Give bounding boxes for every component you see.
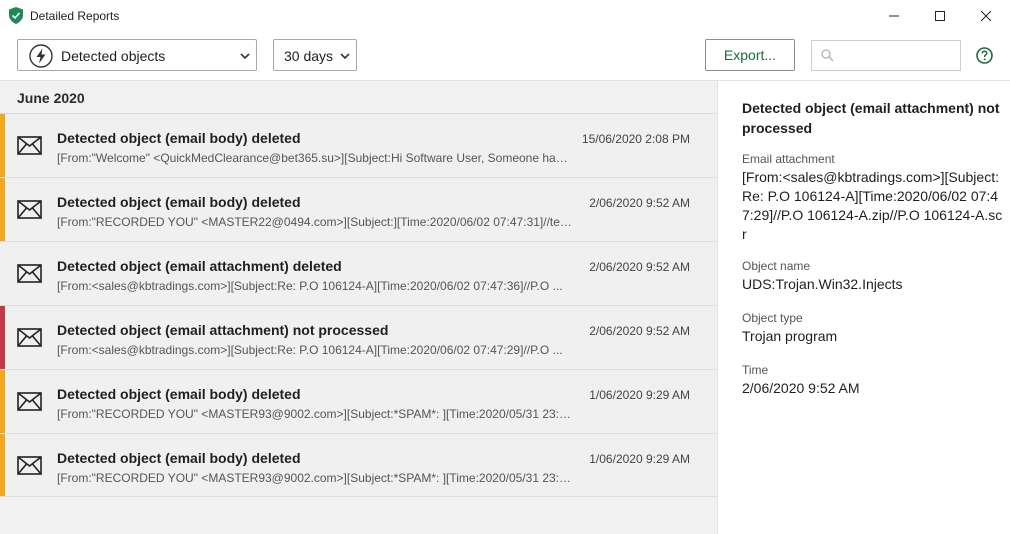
status-stripe [0,178,5,241]
time-label: Time [742,363,769,377]
minimize-button[interactable] [871,0,917,31]
toolbar: Detected objects 30 days Export... [0,31,1010,81]
list-item[interactable]: Detected object (email attachment) delet… [0,241,717,305]
list-item[interactable]: Detected object (email body) deleted 2/0… [0,177,717,241]
item-title: Detected object (email body) deleted [57,386,301,402]
envelope-icon [17,136,42,155]
item-title: Detected object (email body) deleted [57,450,301,466]
window-title: Detailed Reports [30,9,120,23]
item-date: 2/06/2020 9:52 AM [589,324,690,338]
lightning-bolt-icon [29,44,53,68]
attachment-label: Email attachment [742,152,835,166]
period-select[interactable]: 30 days [273,39,357,71]
time-value: 2/06/2020 9:52 AM [742,380,860,396]
item-date: 2/06/2020 9:52 AM [589,260,690,274]
status-stripe [0,306,5,369]
maximize-icon [935,10,945,21]
item-title: Detected object (email attachment) delet… [57,258,342,274]
details-title: Detected object (email attachment) not p… [742,100,1000,136]
export-button[interactable]: Export... [705,39,795,71]
minimize-icon [889,15,899,16]
item-date: 1/06/2020 9:29 AM [589,452,690,466]
list-item[interactable]: Detected object (email body) deleted 1/0… [0,369,717,433]
report-type-select[interactable]: Detected objects [17,39,257,71]
item-date: 1/06/2020 9:29 AM [589,388,690,402]
item-date: 15/06/2020 2:08 PM [581,132,690,146]
item-title: Detected object (email attachment) not p… [57,322,389,338]
list-item[interactable]: Detected object (email attachment) not p… [0,305,717,369]
envelope-icon [17,328,42,347]
list-item[interactable]: Detected object (email body) deleted 15/… [0,113,717,177]
report-type-value: Detected objects [61,48,166,64]
month-header: June 2020 [17,90,85,106]
object-name-label: Object name [742,259,811,273]
help-icon[interactable] [976,47,993,64]
close-icon [981,10,991,21]
events-list: Detected object (email body) deleted 15/… [0,113,717,497]
attachment-value: [From:<sales@kbtradings.com>][Subject:Re… [742,169,1003,242]
item-description: [From:<sales@kbtradings.com>][Subject:Re… [57,343,563,357]
status-stripe [0,114,5,177]
envelope-icon [17,264,42,283]
period-value: 30 days [284,48,334,64]
item-date: 2/06/2020 9:52 AM [589,196,690,210]
item-description: [From:"RECORDED YOU" <MASTER93@9002.com>… [57,471,572,485]
status-stripe [0,370,5,433]
search-icon [821,49,834,62]
item-description: [From:<sales@kbtradings.com>][Subject:Re… [57,279,563,293]
details-panel: Detected object (email attachment) not p… [717,81,1010,534]
close-button[interactable] [963,0,1009,31]
chevron-down-icon [240,53,250,59]
chevron-down-icon [340,53,350,59]
title-bar: Detailed Reports [0,0,1010,31]
envelope-icon [17,456,42,475]
object-name-value: UDS:Trojan.Win32.Injects [742,276,903,292]
status-stripe [0,242,5,305]
object-type-label: Object type [742,311,803,325]
item-description: [From:"Welcome" <QuickMedClearance@bet36… [57,151,572,165]
search-box[interactable] [811,40,961,71]
envelope-icon [17,200,42,219]
item-description: [From:"RECORDED YOU" <MASTER93@9002.com>… [57,407,572,421]
maximize-button[interactable] [917,0,963,31]
events-list-panel: June 2020 Detected object (email body) d… [0,81,717,534]
item-title: Detected object (email body) deleted [57,130,301,146]
list-item[interactable]: Detected object (email body) deleted 1/0… [0,433,717,497]
kaspersky-shield-icon [9,7,23,24]
item-description: [From:"RECORDED YOU" <MASTER22@0494.com>… [57,215,572,229]
status-stripe [0,434,5,496]
envelope-icon [17,392,42,411]
item-title: Detected object (email body) deleted [57,194,301,210]
object-type-value: Trojan program [742,328,838,344]
